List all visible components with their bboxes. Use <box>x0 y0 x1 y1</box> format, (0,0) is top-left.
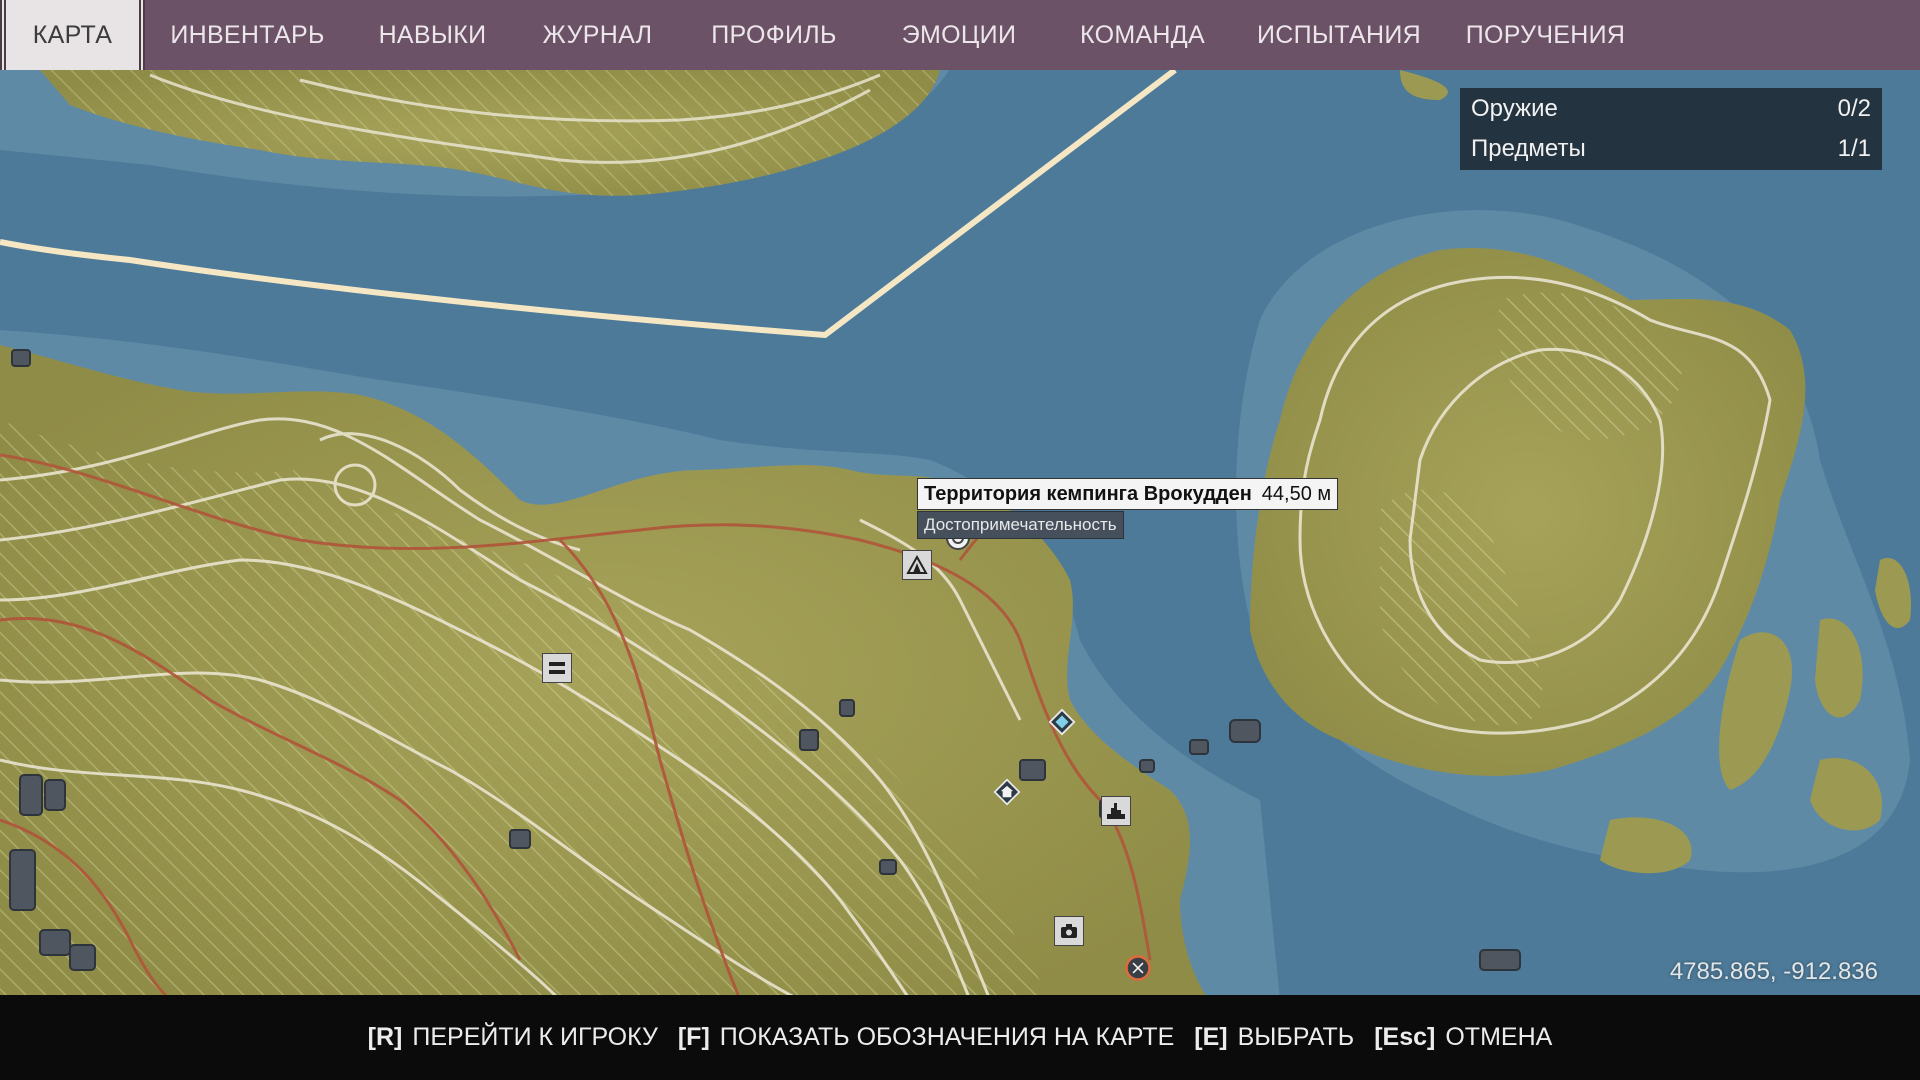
tab-skills[interactable]: НАВЫКИ <box>350 0 515 70</box>
tab-emotes[interactable]: ЭМОЦИИ <box>868 0 1050 70</box>
tab-assignments[interactable]: ПОРУЧЕНИЯ <box>1443 0 1648 70</box>
collectibles-counter-panel: Оружие 0/2 Предметы 1/1 <box>1460 88 1882 170</box>
location-distance: 44,50 м <box>1261 482 1332 505</box>
hint-key: [F] <box>677 1023 710 1051</box>
weapons-label: Оружие <box>1471 95 1558 122</box>
landmark-icon[interactable] <box>1101 796 1131 826</box>
hint-key: [E] <box>1194 1023 1228 1051</box>
cursor-coordinates: 4785.865, -912.836 <box>1669 958 1878 985</box>
items-counter: Предметы 1/1 <box>1471 129 1871 169</box>
tab-profile[interactable]: ПРОФИЛЬ <box>680 0 868 70</box>
items-value: 1/1 <box>1837 135 1871 162</box>
hint-label: ОТМЕНА <box>1445 1023 1553 1051</box>
key-hints-bar: [R] ПЕРЕЙТИ К ИГРОКУ [F] ПОКАЗАТЬ ОБОЗНА… <box>0 995 1920 1080</box>
cancel-hint[interactable]: [Esc] ОТМЕНА <box>1374 1023 1552 1052</box>
hint-label: ВЫБРАТЬ <box>1237 1023 1355 1051</box>
diamond-objective-icon[interactable] <box>1048 708 1076 736</box>
hint-key: [R] <box>367 1023 403 1051</box>
weapons-value: 0/2 <box>1837 95 1871 122</box>
show-map-legend-hint[interactable]: [F] ПОКАЗАТЬ ОБОЗНАЧЕНИЯ НА КАРТЕ <box>678 1023 1174 1052</box>
location-tooltip-title: Территория кемпинга Врокудден 44,50 м <box>917 478 1339 510</box>
location-name: Территория кемпинга Врокудден <box>924 482 1252 505</box>
hint-label: ПЕРЕЙТИ К ИГРОКУ <box>412 1023 658 1051</box>
player-position-icon <box>1124 954 1152 982</box>
top-navigation: КАРТА ИНВЕНТАРЬ НАВЫКИ ЖУРНАЛ ПРОФИЛЬ ЭМ… <box>0 0 1920 70</box>
camera-icon[interactable] <box>1054 916 1084 946</box>
tab-map[interactable]: КАРТА <box>0 0 145 70</box>
tab-team[interactable]: КОМАНДА <box>1050 0 1235 70</box>
go-to-player-hint[interactable]: [R] ПЕРЕЙТИ К ИГРОКУ <box>368 1023 658 1052</box>
weapons-counter: Оружие 0/2 <box>1471 89 1871 129</box>
shelter-icon[interactable] <box>542 653 572 683</box>
tab-inventory[interactable]: ИНВЕНТАРЬ <box>145 0 350 70</box>
select-hint[interactable]: [E] ВЫБРАТЬ <box>1194 1023 1354 1052</box>
tab-journal[interactable]: ЖУРНАЛ <box>515 0 680 70</box>
hint-label: ПОКАЗАТЬ ОБОЗНАЧЕНИЯ НА КАРТЕ <box>719 1023 1175 1051</box>
items-label: Предметы <box>1471 135 1586 162</box>
house-icon[interactable] <box>993 778 1021 806</box>
campsite-icon[interactable] <box>902 550 932 580</box>
tab-challenges[interactable]: ИСПЫТАНИЯ <box>1235 0 1443 70</box>
location-category: Достопримечательность <box>917 511 1124 539</box>
hint-key: [Esc] <box>1374 1023 1436 1051</box>
